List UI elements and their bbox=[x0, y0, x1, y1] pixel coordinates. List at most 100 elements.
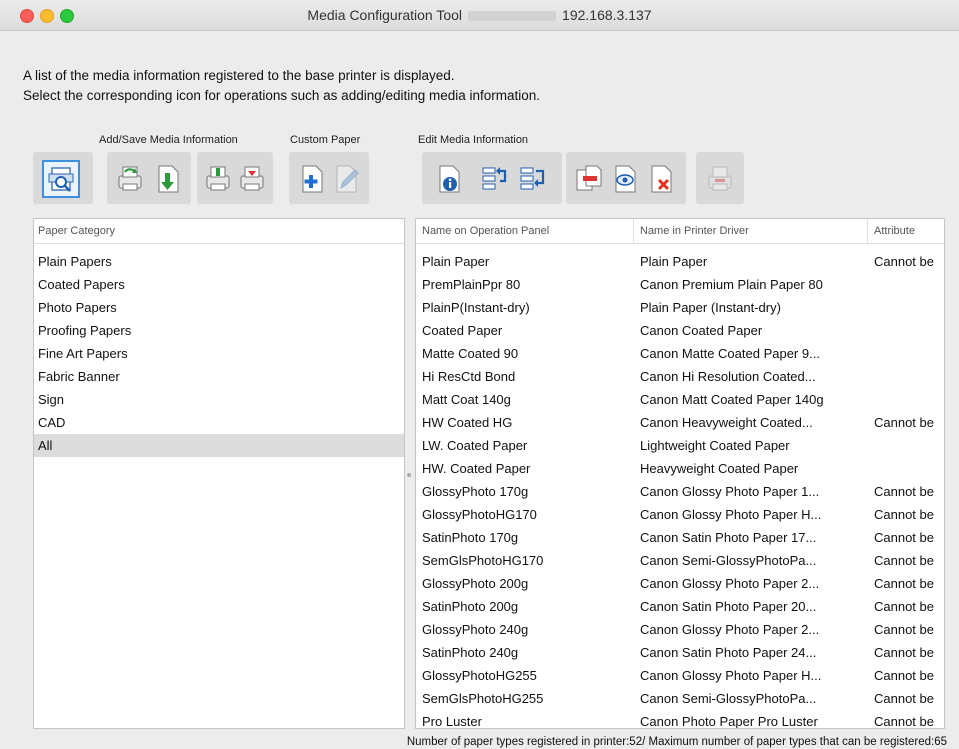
move-up-button[interactable] bbox=[478, 162, 512, 196]
category-item-cad[interactable]: CAD bbox=[34, 411, 404, 434]
attribute-value: Cannot be bbox=[874, 668, 934, 683]
view-document-icon bbox=[615, 165, 636, 193]
edit-media-group-2 bbox=[566, 152, 686, 204]
media-row[interactable]: SatinPhoto 200g Canon Satin Photo Paper 2… bbox=[416, 595, 944, 618]
category-label: All bbox=[38, 438, 53, 453]
printer-driver-name: Canon Matt Coated Paper 140g bbox=[640, 392, 824, 407]
copy-media-button[interactable] bbox=[572, 162, 606, 196]
media-row[interactable]: Matt Coat 140g Canon Matt Coated Paper 14… bbox=[416, 388, 944, 411]
category-item-fine-art-papers[interactable]: Fine Art Papers bbox=[34, 342, 404, 365]
window-title-app: Media Configuration Tool bbox=[307, 7, 463, 23]
media-row[interactable]: Matte Coated 90 Canon Matte Coated Paper … bbox=[416, 342, 944, 365]
media-row[interactable]: Pro Luster Canon Photo Paper Pro Luster Ca… bbox=[416, 710, 944, 729]
category-item-coated-papers[interactable]: Coated Papers bbox=[34, 273, 404, 296]
media-row[interactable]: GlossyPhoto 170g Canon Glossy Photo Paper… bbox=[416, 480, 944, 503]
operation-panel-name: HW Coated HG bbox=[422, 415, 513, 430]
media-row[interactable]: Hi ResCtd Bond Canon Hi Resolution Coated… bbox=[416, 365, 944, 388]
printer-update-icon bbox=[708, 166, 732, 191]
category-item-all[interactable]: All bbox=[34, 434, 404, 457]
save-media-to-file-button[interactable] bbox=[151, 162, 185, 196]
column-header-operation-panel[interactable]: Name on Operation Panel bbox=[422, 225, 549, 237]
registration-count-status: Number of paper types registered in prin… bbox=[406, 736, 947, 748]
media-row[interactable]: Coated Paper Canon Coated Paper bbox=[416, 319, 944, 342]
edit-document-icon bbox=[336, 165, 359, 193]
printer-driver-name: Canon Glossy Photo Paper H... bbox=[640, 507, 822, 522]
add-custom-paper-button[interactable] bbox=[295, 162, 329, 196]
printer-driver-name: Plain Paper bbox=[640, 254, 708, 269]
media-row[interactable]: PlainP(Instant-dry) Plain Paper (Instant-… bbox=[416, 296, 944, 319]
media-row[interactable]: PremPlainPpr 80 Canon Premium Plain Paper… bbox=[416, 273, 944, 296]
pane-splitter-handle[interactable] bbox=[407, 473, 411, 477]
operation-panel-name: Matt Coat 140g bbox=[422, 392, 511, 407]
media-search-button[interactable] bbox=[42, 160, 80, 198]
category-label: Photo Papers bbox=[38, 300, 117, 315]
media-row[interactable]: GlossyPhoto 240g Canon Glossy Photo Paper… bbox=[416, 618, 944, 641]
attribute-value: Cannot be bbox=[874, 530, 934, 545]
printer-driver-name: Canon Premium Plain Paper 80 bbox=[640, 277, 823, 292]
delete-media-button[interactable] bbox=[644, 162, 678, 196]
add-save-group-label: Add/Save Media Information bbox=[99, 134, 238, 146]
display-settings-button[interactable] bbox=[608, 162, 642, 196]
category-item-proofing-papers[interactable]: Proofing Papers bbox=[34, 319, 404, 342]
column-divider[interactable] bbox=[633, 219, 634, 243]
category-item-plain-papers[interactable]: Plain Papers bbox=[34, 250, 404, 273]
printer-driver-name: Canon Satin Photo Paper 24... bbox=[640, 645, 817, 660]
window-title-ip: 192.168.3.137 bbox=[562, 7, 652, 23]
column-divider[interactable] bbox=[867, 219, 868, 243]
media-row[interactable]: SatinPhoto 170g Canon Satin Photo Paper 1… bbox=[416, 526, 944, 549]
printer-driver-name: Canon Satin Photo Paper 17... bbox=[640, 530, 817, 545]
media-row[interactable]: LW. Coated Paper Lightweight Coated Paper bbox=[416, 434, 944, 457]
category-item-sign[interactable]: Sign bbox=[34, 388, 404, 411]
printer-driver-name: Canon Satin Photo Paper 20... bbox=[640, 599, 817, 614]
media-row[interactable]: GlossyPhotoHG255 Canon Glossy Photo Paper… bbox=[416, 664, 944, 687]
duplicate-document-icon bbox=[576, 165, 602, 191]
operation-panel-name: Coated Paper bbox=[422, 323, 503, 338]
add-media-from-printer-button[interactable] bbox=[113, 162, 147, 196]
printer-driver-name: Canon Glossy Photo Paper H... bbox=[640, 668, 822, 683]
column-header-printer-driver[interactable]: Name in Printer Driver bbox=[640, 225, 749, 237]
operation-panel-name: GlossyPhoto 170g bbox=[422, 484, 529, 499]
printer-driver-name: Canon Photo Paper Pro Luster bbox=[640, 714, 818, 729]
category-label: Proofing Papers bbox=[38, 323, 132, 338]
attribute-value: Cannot be bbox=[874, 599, 934, 614]
media-row[interactable]: GlossyPhoto 200g Canon Glossy Photo Paper… bbox=[416, 572, 944, 595]
save-media-to-printer-button[interactable] bbox=[201, 162, 235, 196]
edit-custom-paper-button[interactable] bbox=[329, 162, 363, 196]
sort-down-icon bbox=[520, 167, 545, 190]
media-list-body: Plain Paper Plain Paper Cannot be PremPlain… bbox=[416, 250, 944, 729]
add-document-icon bbox=[302, 165, 323, 193]
description-line-1: A list of the media information register… bbox=[23, 68, 455, 83]
custom-paper-group bbox=[289, 152, 369, 204]
attribute-value: Cannot be bbox=[874, 645, 934, 660]
column-header-attribute[interactable]: Attribute bbox=[874, 225, 915, 237]
category-label: Fine Art Papers bbox=[38, 346, 128, 361]
category-item-photo-papers[interactable]: Photo Papers bbox=[34, 296, 404, 319]
media-details-button[interactable] bbox=[432, 162, 466, 196]
move-down-button[interactable] bbox=[516, 162, 550, 196]
printer-driver-name: Heavyweight Coated Paper bbox=[640, 461, 799, 476]
media-row[interactable]: Plain Paper Plain Paper Cannot be bbox=[416, 250, 944, 273]
media-row[interactable]: SemGlsPhotoHG170 Canon Semi-GlossyPhotoPa… bbox=[416, 549, 944, 572]
category-item-fabric-banner[interactable]: Fabric Banner bbox=[34, 365, 404, 388]
sort-up-icon bbox=[482, 167, 507, 190]
media-row[interactable]: HW. Coated Paper Heavyweight Coated Paper bbox=[416, 457, 944, 480]
paper-category-panel: Paper Category Plain Papers Coated Paper… bbox=[33, 218, 405, 729]
operation-panel-name: SatinPhoto 240g bbox=[422, 645, 519, 660]
operation-panel-name: SatinPhoto 170g bbox=[422, 530, 519, 545]
category-label: CAD bbox=[38, 415, 66, 430]
paper-category-header[interactable]: Paper Category bbox=[34, 219, 404, 244]
printer-export-icon bbox=[240, 166, 264, 191]
export-media-button[interactable] bbox=[235, 162, 269, 196]
media-row[interactable]: GlossyPhotoHG170 Canon Glossy Photo Paper… bbox=[416, 503, 944, 526]
media-row[interactable]: SemGlsPhotoHG255 Canon Semi-GlossyPhotoPa… bbox=[416, 687, 944, 710]
custom-paper-group-label: Custom Paper bbox=[290, 134, 361, 146]
update-printer-button[interactable] bbox=[703, 162, 737, 196]
printer-download-icon bbox=[118, 166, 142, 191]
printer-driver-name: Canon Heavyweight Coated... bbox=[640, 415, 813, 430]
attribute-value: Cannot be bbox=[874, 484, 934, 499]
media-row[interactable]: HW Coated HG Canon Heavyweight Coated... C… bbox=[416, 411, 944, 434]
printer-save-icon bbox=[206, 166, 230, 191]
media-row[interactable]: SatinPhoto 240g Canon Satin Photo Paper 2… bbox=[416, 641, 944, 664]
printer-driver-name: Canon Glossy Photo Paper 2... bbox=[640, 576, 820, 591]
delete-document-icon bbox=[651, 165, 672, 193]
